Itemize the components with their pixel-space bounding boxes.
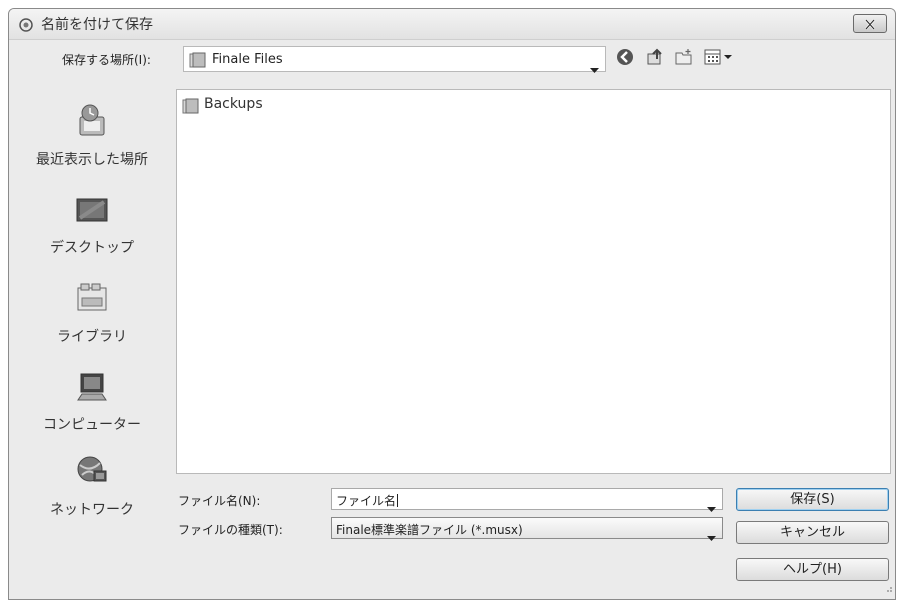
up-folder-icon (645, 48, 665, 71)
filename-input[interactable]: ファイル名 (331, 488, 723, 512)
folder-icon (189, 52, 207, 72)
chevron-down-icon (707, 526, 716, 545)
file-list[interactable]: Backups (176, 89, 891, 474)
library-icon (9, 280, 175, 320)
file-name: Backups (204, 96, 263, 112)
filename-value: ファイル名 (336, 494, 399, 508)
resize-grip-icon[interactable] (883, 578, 893, 597)
place-label: 最近表示した場所 (36, 152, 148, 168)
place-desktop[interactable]: デスクトップ (9, 193, 175, 257)
new-folder-icon (674, 49, 694, 71)
close-icon (864, 15, 876, 34)
computer-icon (9, 370, 175, 408)
view-menu-button[interactable] (702, 47, 736, 71)
up-folder-button[interactable] (643, 47, 667, 71)
title-bar: 名前を付けて保存 (9, 9, 895, 40)
location-dropdown[interactable]: Finale Files (183, 46, 606, 73)
recent-places-icon (9, 103, 175, 143)
save-button[interactable]: 保存(S) (736, 488, 889, 511)
window-title: 名前を付けて保存 (41, 17, 153, 33)
chevron-down-icon[interactable] (707, 497, 716, 516)
chevron-down-icon (590, 58, 599, 77)
place-label: ライブラリ (57, 329, 127, 345)
network-icon (9, 453, 175, 493)
back-icon (615, 49, 635, 71)
close-button[interactable] (853, 14, 887, 33)
help-button[interactable]: ヘルプ(H) (736, 558, 889, 581)
place-label: ネットワーク (50, 502, 134, 518)
view-menu-icon (703, 49, 735, 71)
place-recent[interactable]: 最近表示した場所 (9, 103, 175, 169)
filetype-value: Finale標準楽譜ファイル (*.musx) (336, 523, 523, 537)
new-folder-button[interactable] (672, 47, 696, 71)
app-icon (19, 17, 33, 32)
place-label: コンピューター (43, 417, 141, 433)
desktop-icon (9, 193, 175, 231)
back-button[interactable] (613, 47, 637, 71)
place-network[interactable]: ネットワーク (9, 453, 175, 519)
filetype-label: ファイルの種類(T): (178, 523, 283, 537)
location-value: Finale Files (212, 52, 283, 67)
filename-label: ファイル名(N): (178, 494, 261, 508)
place-label: デスクトップ (50, 240, 134, 256)
places-bar: 最近表示した場所 デスクトップ ライブラリ コンピューター ネットワーク (9, 93, 175, 523)
location-label: 保存する場所(I): (62, 53, 151, 67)
place-computer[interactable]: コンピューター (9, 370, 175, 434)
save-as-dialog: 名前を付けて保存 保存する場所(I): Finale Files 最近表示した場… (8, 8, 896, 600)
cancel-button[interactable]: キャンセル (736, 521, 889, 544)
place-library[interactable]: ライブラリ (9, 280, 175, 346)
filetype-dropdown[interactable]: Finale標準楽譜ファイル (*.musx) (331, 517, 723, 541)
folder-icon (182, 98, 200, 118)
